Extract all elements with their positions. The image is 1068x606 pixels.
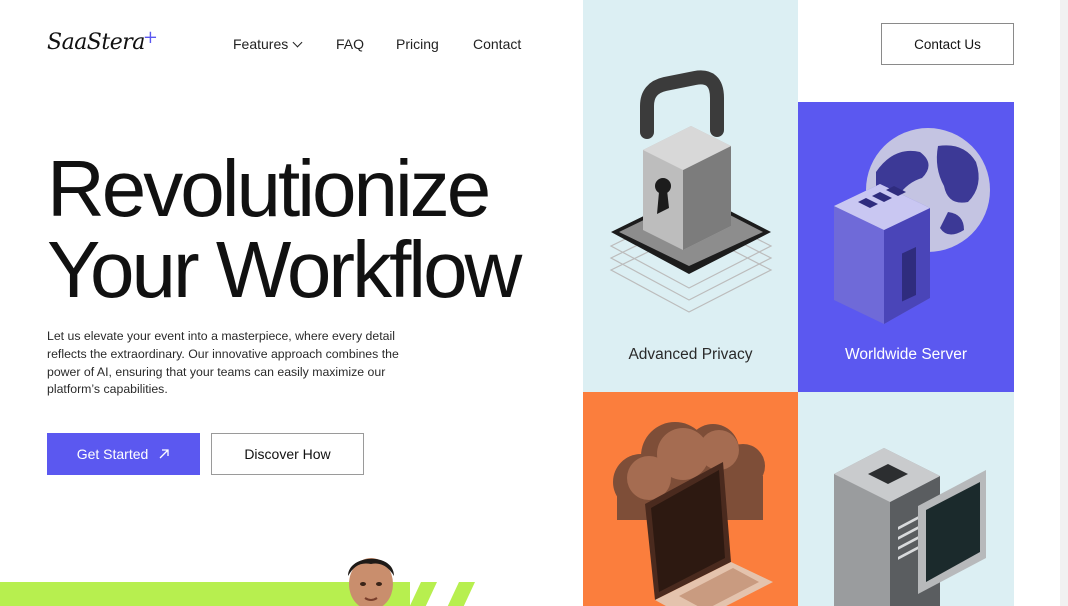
- arrow-up-right-icon: [159, 449, 169, 459]
- nav-item-pricing[interactable]: Pricing: [396, 36, 439, 52]
- lime-stripe: [407, 582, 437, 606]
- feature-tile-privacy[interactable]: Advanced Privacy: [583, 0, 798, 392]
- logo-plus-mark: +: [142, 27, 158, 48]
- padlock-icon: [609, 70, 773, 313]
- nav-item-features[interactable]: Features: [233, 36, 303, 52]
- get-started-button[interactable]: Get Started: [47, 433, 200, 475]
- feature-caption-server: Worldwide Server: [844, 346, 968, 363]
- brand-logo[interactable]: SaaStera+: [47, 27, 158, 55]
- hero-description: Let us elevate your event into a masterp…: [47, 329, 399, 397]
- globe-server-icon: [834, 128, 990, 324]
- headline-line-2: Your Workflow: [47, 225, 522, 314]
- chevron-down-icon: [292, 37, 303, 48]
- cloud-laptop-icon: [613, 422, 773, 606]
- feature-tile-storage[interactable]: [798, 392, 1014, 606]
- headline-line-1: Revolutionize: [47, 144, 491, 233]
- server-tower-icon: [834, 448, 986, 606]
- get-started-label: Get Started: [76, 446, 149, 462]
- feature-tile-server[interactable]: Worldwide Server: [798, 102, 1014, 392]
- feature-caption-privacy: Advanced Privacy: [628, 346, 753, 363]
- nav-item-faq[interactable]: FAQ: [336, 36, 364, 52]
- person-avatar: [348, 558, 394, 606]
- scrollbar-track[interactable]: [1060, 0, 1068, 606]
- discover-how-button[interactable]: Discover How: [211, 433, 364, 475]
- lime-stripe: [445, 582, 475, 606]
- feature-tile-cloud[interactable]: [583, 392, 798, 606]
- nav-item-contact[interactable]: Contact: [473, 36, 521, 52]
- contact-us-button[interactable]: Contact Us: [881, 23, 1014, 65]
- hero-headline: Revolutionize Your Workflow: [47, 144, 522, 314]
- nav-item-features-label: Features: [233, 36, 289, 52]
